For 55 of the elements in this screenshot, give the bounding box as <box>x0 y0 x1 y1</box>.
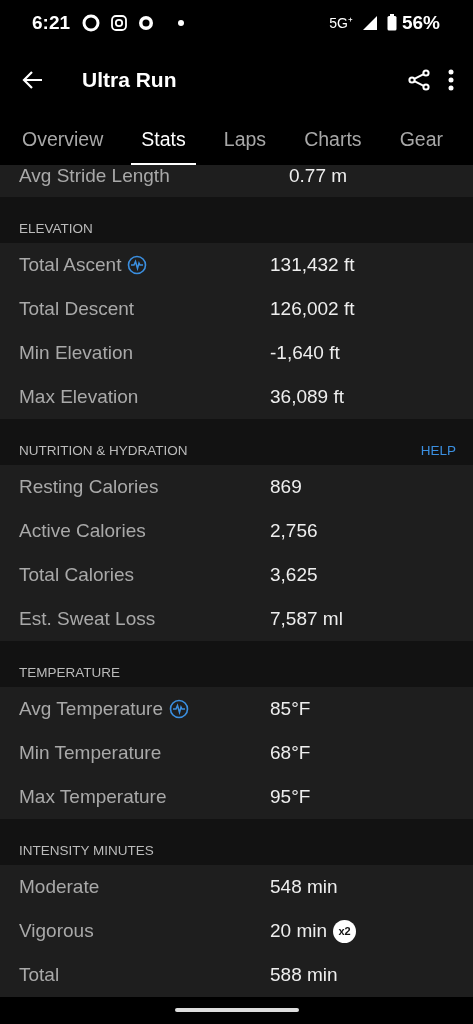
stat-label: Max Temperature <box>19 786 167 808</box>
stat-label: Max Elevation <box>19 386 139 408</box>
target-icon <box>137 13 156 32</box>
tab[interactable]: Charts <box>294 117 372 166</box>
stat-value: 131,432 ft <box>270 254 355 276</box>
signal-icon <box>361 14 378 31</box>
network-type: 5G⁺ <box>329 14 353 32</box>
stat-value: 0.77 m <box>289 165 348 187</box>
stat-value: 36,089 ft <box>270 386 344 408</box>
tab[interactable]: Laps <box>213 117 277 166</box>
stat-value: 3,625 <box>270 564 318 586</box>
stat-value: 548 min <box>270 876 338 898</box>
stat-label: Min Elevation <box>19 342 134 364</box>
stat-label: Total Calories <box>19 564 135 586</box>
activity-chart-icon[interactable] <box>127 255 148 275</box>
stat-label: Moderate <box>19 876 100 898</box>
stat-label: Est. Sweat Loss <box>19 608 156 630</box>
activity-chart-icon[interactable] <box>169 699 189 719</box>
back-arrow-icon[interactable] <box>22 70 44 90</box>
stat-value: 588 min <box>270 964 338 986</box>
stat-value: 869 <box>270 476 302 498</box>
stat-label: Total <box>19 964 60 986</box>
battery-level: 56% <box>401 11 440 34</box>
stat-value: 68°F <box>270 742 311 764</box>
stat-value: 2,756 <box>270 520 318 542</box>
tab[interactable]: Overview <box>12 117 114 166</box>
stat-label: Avg Temperature <box>19 698 163 720</box>
stat-value: 20 min <box>270 920 328 942</box>
stat-value: 95°F <box>270 786 311 808</box>
section-heading: TEMPERATURE <box>19 665 120 680</box>
screen-title: Ultra Run <box>82 68 177 92</box>
battery-icon <box>386 14 397 31</box>
multiplier-badge: x2 <box>333 919 357 943</box>
section-heading: ELEVATION <box>19 221 93 236</box>
stat-label: Avg Stride Length <box>18 165 171 187</box>
camera-icon <box>110 13 129 32</box>
stat-value: 126,002 ft <box>270 298 355 320</box>
dot-icon <box>178 19 185 26</box>
stat-label: Total Ascent <box>19 254 122 276</box>
stat-label: Resting Calories <box>19 476 159 498</box>
stat-label: Vigorous <box>19 920 94 942</box>
stat-label: Min Temperature <box>19 742 162 764</box>
section-heading: NUTRITION & HYDRATION <box>19 443 188 458</box>
stat-label: Active Calories <box>19 520 146 542</box>
stat-label: Total Descent <box>19 298 135 320</box>
section-heading: INTENSITY MINUTES <box>19 843 154 858</box>
status-time: 6:21 <box>32 11 71 34</box>
tab[interactable]: Gear <box>389 117 453 166</box>
stat-value: 85°F <box>270 698 311 720</box>
help-link[interactable]: HELP <box>420 443 456 458</box>
ring-icon <box>81 12 102 33</box>
stat-value: 7,587 ml <box>270 608 343 630</box>
stat-value: -1,640 ft <box>270 342 340 364</box>
more-options-icon[interactable] <box>447 68 455 92</box>
share-icon[interactable] <box>407 68 431 92</box>
